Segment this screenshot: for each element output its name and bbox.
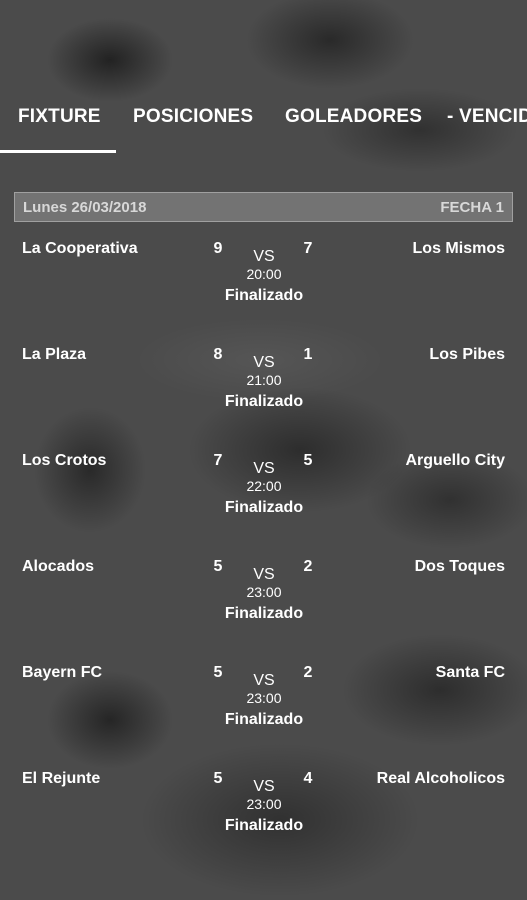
match-status: Finalizado [224, 711, 304, 728]
match-status: Finalizado [224, 817, 304, 834]
away-team: Los Mismos [412, 240, 505, 257]
vs-label: VS [253, 778, 275, 795]
vs-label: VS [253, 566, 275, 583]
home-score: 9 [213, 240, 223, 257]
match-time: 22:00 [246, 478, 282, 494]
tab-bar: FIXTURE POSICIONES GOLEADORES - VENCID [0, 96, 527, 154]
home-team: Bayern FC [22, 664, 103, 681]
round-number: FECHA 1 [440, 199, 504, 216]
away-team: Arguello City [405, 452, 505, 469]
tab-fixture[interactable]: FIXTURE [18, 106, 101, 128]
match-time: 21:00 [246, 372, 282, 388]
away-score: 2 [303, 664, 313, 681]
match-row[interactable]: Alocados 5 VS 2 Dos Toques 23:00 Finaliz… [0, 558, 527, 658]
active-tab-indicator [0, 150, 116, 153]
match-row[interactable]: Los Crotos 7 VS 5 Arguello City 22:00 Fi… [0, 452, 527, 552]
tab-goleadores[interactable]: GOLEADORES [285, 106, 422, 128]
home-score: 5 [213, 558, 223, 575]
home-score: 5 [213, 664, 223, 681]
away-score: 7 [303, 240, 313, 257]
home-team: Alocados [22, 558, 95, 575]
round-header: Lunes 26/03/2018 FECHA 1 [14, 192, 513, 222]
home-team: La Plaza [22, 346, 87, 363]
home-team: La Cooperativa [22, 240, 138, 257]
match-status: Finalizado [224, 605, 304, 622]
home-score: 7 [213, 452, 223, 469]
away-score: 5 [303, 452, 313, 469]
match-row[interactable]: La Plaza 8 VS 1 Los Pibes 21:00 Finaliza… [0, 346, 527, 446]
away-score: 4 [303, 770, 313, 787]
match-time: 20:00 [246, 266, 282, 282]
match-status: Finalizado [224, 287, 304, 304]
home-team: Los Crotos [22, 452, 107, 469]
home-score: 8 [213, 346, 223, 363]
away-team: Real Alcoholicos [376, 770, 505, 787]
home-team: El Rejunte [22, 770, 101, 787]
vs-label: VS [253, 248, 275, 265]
match-status: Finalizado [224, 499, 304, 516]
vs-label: VS [253, 460, 275, 477]
away-score: 2 [303, 558, 313, 575]
away-team: Dos Toques [414, 558, 505, 575]
away-team: Los Pibes [429, 346, 505, 363]
round-date: Lunes 26/03/2018 [23, 199, 147, 216]
vs-label: VS [253, 354, 275, 371]
match-status: Finalizado [224, 393, 304, 410]
away-team: Santa FC [435, 664, 505, 681]
match-time: 23:00 [246, 796, 282, 812]
match-row[interactable]: El Rejunte 5 VS 4 Real Alcoholicos 23:00… [0, 770, 527, 870]
match-row[interactable]: La Cooperativa 9 VS 7 Los Mismos 20:00 F… [0, 240, 527, 340]
match-time: 23:00 [246, 584, 282, 600]
vs-label: VS [253, 672, 275, 689]
match-row[interactable]: Bayern FC 5 VS 2 Santa FC 23:00 Finaliza… [0, 664, 527, 764]
tab-posiciones[interactable]: POSICIONES [133, 106, 253, 128]
away-score: 1 [303, 346, 313, 363]
home-score: 5 [213, 770, 223, 787]
match-time: 23:00 [246, 690, 282, 706]
tab-vencidos[interactable]: - VENCID [447, 106, 527, 128]
